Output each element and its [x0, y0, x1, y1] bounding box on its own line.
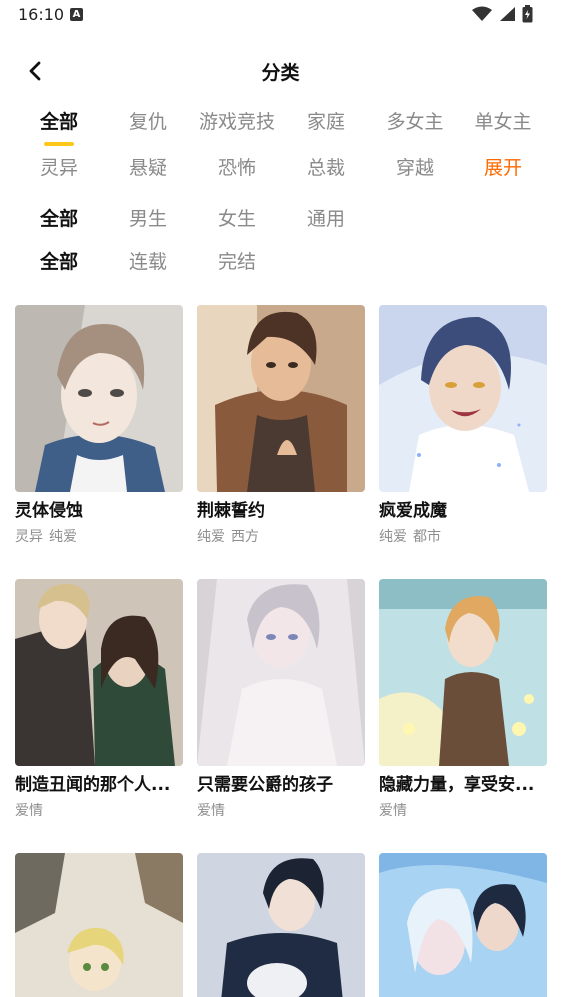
header: 分类 — [0, 50, 561, 90]
comic-card[interactable]: 荆棘誓约 纯爱 西方 — [197, 305, 365, 546]
a-icon: A — [70, 8, 83, 21]
comic-tag: 爱情 — [15, 803, 43, 819]
filter-genre-multi-heroine[interactable]: 多女主 — [370, 108, 460, 136]
comic-tag: 灵异 — [15, 529, 43, 545]
filter-status-ongoing[interactable]: 连载 — [103, 248, 193, 276]
signal-icon — [500, 7, 515, 21]
filter-genre-mystery[interactable]: 悬疑 — [103, 154, 193, 182]
comic-tags: 灵异 纯爱 — [15, 528, 183, 546]
filter-genre-revenge[interactable]: 复仇 — [103, 108, 193, 136]
comic-tag: 都市 — [413, 529, 441, 545]
comic-card[interactable] — [197, 853, 365, 997]
filter-genre-supernatural[interactable]: 灵异 — [14, 154, 104, 182]
comic-card[interactable] — [15, 853, 183, 997]
comic-cover-image — [197, 305, 365, 492]
comic-title: 荆棘誓约 — [197, 501, 265, 521]
comic-tag: 纯爱 — [49, 529, 77, 545]
comic-cover-image — [15, 579, 183, 766]
comic-title: 灵体侵蚀 — [15, 501, 83, 521]
battery-icon — [522, 5, 533, 23]
comic-card[interactable]: 只需要公爵的孩子 爱情 — [197, 579, 365, 820]
comic-title: 制造丑闻的那个人... — [15, 775, 171, 795]
filter-audience-male[interactable]: 男生 — [103, 205, 193, 233]
page-title: 分类 — [261, 62, 300, 84]
filter-genre-all[interactable]: 全部 — [14, 108, 104, 136]
comic-tag: 爱情 — [379, 803, 407, 819]
filter-status-completed[interactable]: 完结 — [192, 248, 282, 276]
comic-card[interactable]: 灵体侵蚀 灵异 纯爱 — [15, 305, 183, 546]
audience-filter-row: 全部 男生 女生 通用 — [14, 205, 548, 235]
genre-filter-row-2: 灵异 悬疑 恐怖 总裁 穿越 展开 — [14, 154, 548, 184]
comic-card[interactable]: 制造丑闻的那个人... 爱情 — [15, 579, 183, 820]
comic-tag: 纯爱 — [379, 529, 407, 545]
filter-genre-gaming[interactable]: 游戏竞技 — [192, 108, 282, 136]
comic-tags: 爱情 — [15, 802, 183, 820]
filter-genre-single-heroine[interactable]: 单女主 — [458, 108, 548, 136]
filter-audience-female[interactable]: 女生 — [192, 205, 282, 233]
comic-tags: 爱情 — [379, 802, 547, 820]
comic-card[interactable]: 疯爱成魔 纯爱 都市 — [379, 305, 547, 546]
filter-genre-horror[interactable]: 恐怖 — [192, 154, 282, 182]
wifi-icon — [472, 6, 492, 21]
comic-tag: 纯爱 — [197, 529, 225, 545]
filter-genre-time-travel[interactable]: 穿越 — [370, 154, 460, 182]
comic-card[interactable]: 隐藏力量，享受安... 爱情 — [379, 579, 547, 820]
comic-cover-image — [197, 579, 365, 766]
comic-cover-image — [379, 305, 547, 492]
comic-cover-image — [197, 853, 365, 997]
filter-genre-family[interactable]: 家庭 — [281, 108, 371, 136]
comic-tags: 纯爱 西方 — [197, 528, 365, 546]
comic-title: 隐藏力量，享受安... — [379, 775, 535, 795]
comic-cover-image — [379, 579, 547, 766]
comic-title: 只需要公爵的孩子 — [197, 775, 333, 795]
comic-tags: 爱情 — [197, 802, 365, 820]
comic-tags: 纯爱 都市 — [379, 528, 547, 546]
comic-cover-image — [379, 853, 547, 997]
comic-tag: 爱情 — [197, 803, 225, 819]
status-filter-row: 全部 连载 完结 — [14, 248, 548, 278]
expand-filters-button[interactable]: 展开 — [458, 154, 548, 182]
status-icons — [472, 5, 533, 23]
filter-audience-all[interactable]: 全部 — [14, 205, 104, 233]
comic-card[interactable] — [379, 853, 547, 997]
active-indicator — [44, 142, 74, 146]
filter-genre-ceo[interactable]: 总裁 — [281, 154, 371, 182]
status-bar: 16:10 A — [0, 0, 561, 30]
comic-title: 疯爱成魔 — [379, 501, 447, 521]
comic-cover-image — [15, 853, 183, 997]
comic-tag: 西方 — [231, 529, 259, 545]
filter-status-all[interactable]: 全部 — [14, 248, 104, 276]
status-time: 16:10 — [18, 5, 65, 24]
comic-cover-image — [15, 305, 183, 492]
genre-filter-row-1: 全部 复仇 游戏竞技 家庭 多女主 单女主 — [14, 108, 548, 146]
filter-audience-general[interactable]: 通用 — [281, 205, 371, 233]
